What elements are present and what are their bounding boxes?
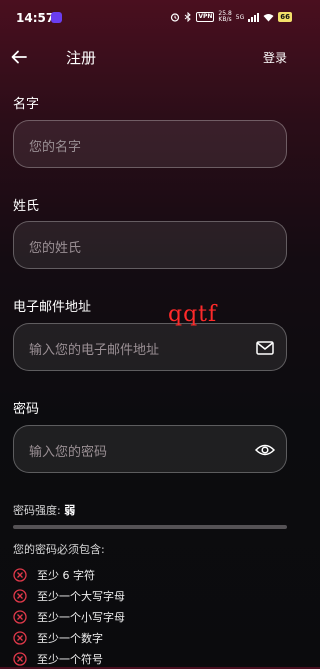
watermark-text: qqtf <box>168 302 218 327</box>
close-circle-icon <box>13 651 27 666</box>
requirement-item: 至少一个符号 <box>13 648 287 669</box>
app-header: 注册 登录 <box>0 36 300 78</box>
email-label: 电子邮件地址 <box>13 300 92 315</box>
wifi-icon <box>263 13 274 21</box>
first-name-label: 名字 <box>13 97 40 112</box>
last-name-input[interactable]: 您的姓氏 <box>13 221 287 269</box>
signal-icon <box>248 12 260 22</box>
status-bar: 14:57 VPN 25.8 KB/s 5G 66 <box>0 0 300 36</box>
vpn-badge: VPN <box>196 12 215 22</box>
requirement-item: 至少一个小写字母 <box>13 606 287 627</box>
requirement-text: 至少一个大写字母 <box>37 589 125 603</box>
email-input[interactable]: 输入您的电子邮件地址 <box>13 323 287 371</box>
first-name-input[interactable]: 您的名字 <box>13 120 287 168</box>
bluetooth-icon <box>185 12 192 22</box>
requirement-item: 至少一个大写字母 <box>13 585 287 606</box>
login-link[interactable]: 登录 <box>263 49 287 66</box>
battery-indicator: 66 <box>278 12 292 22</box>
password-strength-bar <box>13 525 287 529</box>
password-strength-value: 弱 <box>64 504 76 517</box>
requirement-text: 至少一个数字 <box>37 631 103 645</box>
password-placeholder: 输入您的密码 <box>29 445 108 460</box>
alarm-icon <box>171 13 180 22</box>
status-time: 14:57 <box>16 11 55 25</box>
close-circle-icon <box>13 609 27 624</box>
requirement-text: 至少一个小写字母 <box>37 610 125 624</box>
close-circle-icon <box>13 630 27 645</box>
requirement-item: 至少一个数字 <box>13 627 287 648</box>
status-icons: VPN 25.8 KB/s 5G 66 <box>170 10 292 24</box>
requirement-text: 至少 6 字符 <box>37 568 95 582</box>
requirements-list: 至少 6 字符 至少一个大写字母 至少一个小写字母 至少一个数字 至少一个符号 <box>13 564 287 669</box>
eye-icon[interactable] <box>255 440 275 460</box>
close-circle-icon <box>13 588 27 603</box>
password-strength-caption: 密码强度: <box>13 504 65 517</box>
network-type: 5G <box>235 13 245 21</box>
last-name-placeholder: 您的姓氏 <box>29 241 82 256</box>
page-title: 注册 <box>66 49 97 67</box>
requirements-title: 您的密码必须包含: <box>13 543 105 556</box>
back-button[interactable] <box>8 46 30 68</box>
first-name-placeholder: 您的名字 <box>29 140 82 155</box>
arrow-left-icon <box>11 50 27 64</box>
requirement-text: 至少一个符号 <box>37 652 103 666</box>
last-name-label: 姓氏 <box>13 199 40 214</box>
password-input[interactable]: 输入您的密码 <box>13 425 287 473</box>
close-circle-icon <box>13 567 27 582</box>
mail-icon <box>255 338 275 358</box>
notification-app-icon <box>51 12 62 23</box>
password-label: 密码 <box>13 402 40 417</box>
requirement-item: 至少 6 字符 <box>13 564 287 585</box>
network-speed: 25.8 KB/s <box>218 10 232 23</box>
password-strength-label: 密码强度: 弱 <box>13 502 75 518</box>
email-placeholder: 输入您的电子邮件地址 <box>29 343 160 358</box>
